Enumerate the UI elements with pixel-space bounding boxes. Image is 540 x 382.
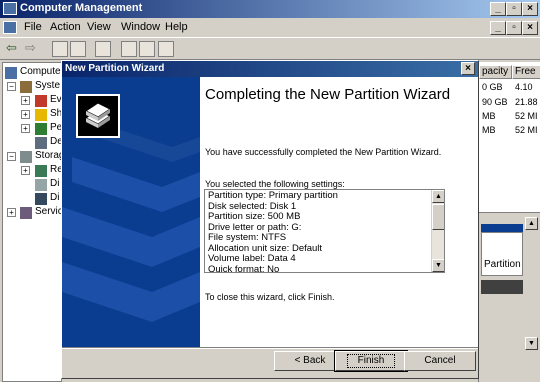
help-icon[interactable] xyxy=(95,41,111,57)
menu-help[interactable]: Help xyxy=(165,21,188,33)
expand-icon[interactable]: + xyxy=(21,96,30,105)
partition-label: Partition xyxy=(484,259,521,270)
finish-button-label: Finish xyxy=(346,354,396,368)
menu-bar: File Action View Window Help _ ▫ × xyxy=(0,18,540,38)
child-close-button[interactable]: × xyxy=(522,21,538,35)
capacity-cell: MB xyxy=(482,125,496,135)
new-partition-wizard-dialog: New Partition Wizard × Completing the Ne… xyxy=(61,60,479,379)
forward-arrow-icon[interactable]: ⇨ xyxy=(25,40,36,56)
computer-icon xyxy=(5,67,17,79)
wizard-intro-text: You have successfully completed the New … xyxy=(205,147,442,157)
disk-stack-icon xyxy=(76,94,120,138)
defrag-icon xyxy=(35,179,47,191)
maximize-button[interactable]: ▫ xyxy=(506,2,522,16)
settings-summary-box[interactable]: Partition type: Primary partition Disk s… xyxy=(204,189,445,273)
scroll-thumb[interactable] xyxy=(432,204,444,230)
refresh-icon[interactable] xyxy=(121,41,137,57)
properties-icon[interactable] xyxy=(139,41,155,57)
settings-scrollbar[interactable]: ▲ ▼ xyxy=(431,190,444,272)
child-restore-button[interactable]: ▫ xyxy=(506,21,522,35)
setting-volume-label: Volume label: Data 4 xyxy=(208,253,296,264)
expand-icon[interactable]: + xyxy=(21,124,30,133)
volume-list-pane: pacity Free 0 GB 4.10 90 GB 21.88 MB 52 … xyxy=(478,62,540,382)
settings-list: Partition type: Primary partition Disk s… xyxy=(208,190,430,273)
scroll-down-arrow-icon[interactable]: ▼ xyxy=(525,337,538,350)
shared-folder-icon xyxy=(35,109,47,121)
scroll-up-arrow-icon[interactable]: ▲ xyxy=(432,190,444,203)
finish-button[interactable]: Finish xyxy=(334,350,408,372)
expand-icon[interactable]: + xyxy=(21,166,30,175)
column-capacity[interactable]: pacity xyxy=(479,65,512,79)
collapse-icon[interactable]: − xyxy=(7,152,16,161)
close-button[interactable]: × xyxy=(522,2,538,16)
settings-label: You selected the following settings: xyxy=(205,179,345,189)
expand-icon[interactable]: + xyxy=(7,208,16,217)
tools-icon xyxy=(20,81,32,93)
dialog-title: New Partition Wizard xyxy=(65,63,165,74)
app-title: Computer Management xyxy=(20,2,143,14)
button-separator xyxy=(62,347,478,349)
console-tree: Computer − Syste + Ev + Sh + Pe De − Sto… xyxy=(2,62,64,382)
dialog-body: Completing the New Partition Wizard You … xyxy=(62,77,478,347)
back-arrow-icon[interactable]: ⇦ xyxy=(6,40,17,56)
export-icon[interactable] xyxy=(158,41,174,57)
capacity-cell: MB xyxy=(482,111,496,121)
free-cell: 21.88 xyxy=(515,97,538,107)
menu-window[interactable]: Window xyxy=(121,21,160,33)
removable-storage-icon xyxy=(35,165,47,177)
dialog-close-button[interactable]: × xyxy=(461,62,475,75)
column-free[interactable]: Free xyxy=(512,65,540,79)
setting-quick-format: Quick format: No xyxy=(208,263,280,273)
child-minimize-button[interactable]: _ xyxy=(490,21,506,35)
setting-file-system: File system: NTFS xyxy=(208,232,287,243)
capacity-cell: 0 GB xyxy=(482,82,503,92)
cancel-button[interactable]: Cancel xyxy=(404,351,476,371)
menu-action[interactable]: Action xyxy=(50,21,81,33)
capacity-cell: 90 GB xyxy=(482,97,508,107)
free-cell: 52 MI xyxy=(515,111,538,121)
wizard-heading: Completing the New Partition Wizard xyxy=(205,86,451,103)
computer-management-icon xyxy=(3,2,17,15)
up-folder-icon[interactable] xyxy=(52,41,68,57)
disk-management-icon xyxy=(35,193,47,205)
device-manager-icon xyxy=(35,137,47,149)
collapse-icon[interactable]: − xyxy=(7,82,16,91)
partition-block[interactable]: Partition xyxy=(481,232,523,276)
setting-partition-type: Partition type: Primary partition xyxy=(208,190,338,201)
setting-partition-size: Partition size: 500 MB xyxy=(208,211,301,222)
unallocated-bar xyxy=(481,280,523,294)
menu-view[interactable]: View xyxy=(87,21,111,33)
menu-file[interactable]: File xyxy=(24,21,42,33)
app-title-bar: Computer Management _ ▫ × xyxy=(0,0,540,18)
minimize-button[interactable]: _ xyxy=(490,2,506,16)
free-cell: 52 MI xyxy=(515,125,538,135)
show-tree-icon[interactable] xyxy=(70,41,86,57)
scroll-up-arrow-icon[interactable]: ▲ xyxy=(525,217,538,230)
scroll-down-arrow-icon[interactable]: ▼ xyxy=(432,259,444,272)
close-instruction-text: To close this wizard, click Finish. xyxy=(205,292,335,302)
performance-icon xyxy=(35,123,47,135)
event-viewer-icon xyxy=(35,95,47,107)
storage-icon xyxy=(20,151,32,163)
wizard-banner xyxy=(62,77,200,347)
services-icon xyxy=(20,207,32,219)
free-cell: 4.10 xyxy=(515,82,533,92)
partition-bar xyxy=(481,224,523,232)
dialog-title-bar: New Partition Wizard × xyxy=(62,61,478,77)
toolbar: ⇦ ⇨ xyxy=(0,38,540,60)
expand-icon[interactable]: + xyxy=(21,110,30,119)
mmc-doc-icon xyxy=(3,21,17,34)
